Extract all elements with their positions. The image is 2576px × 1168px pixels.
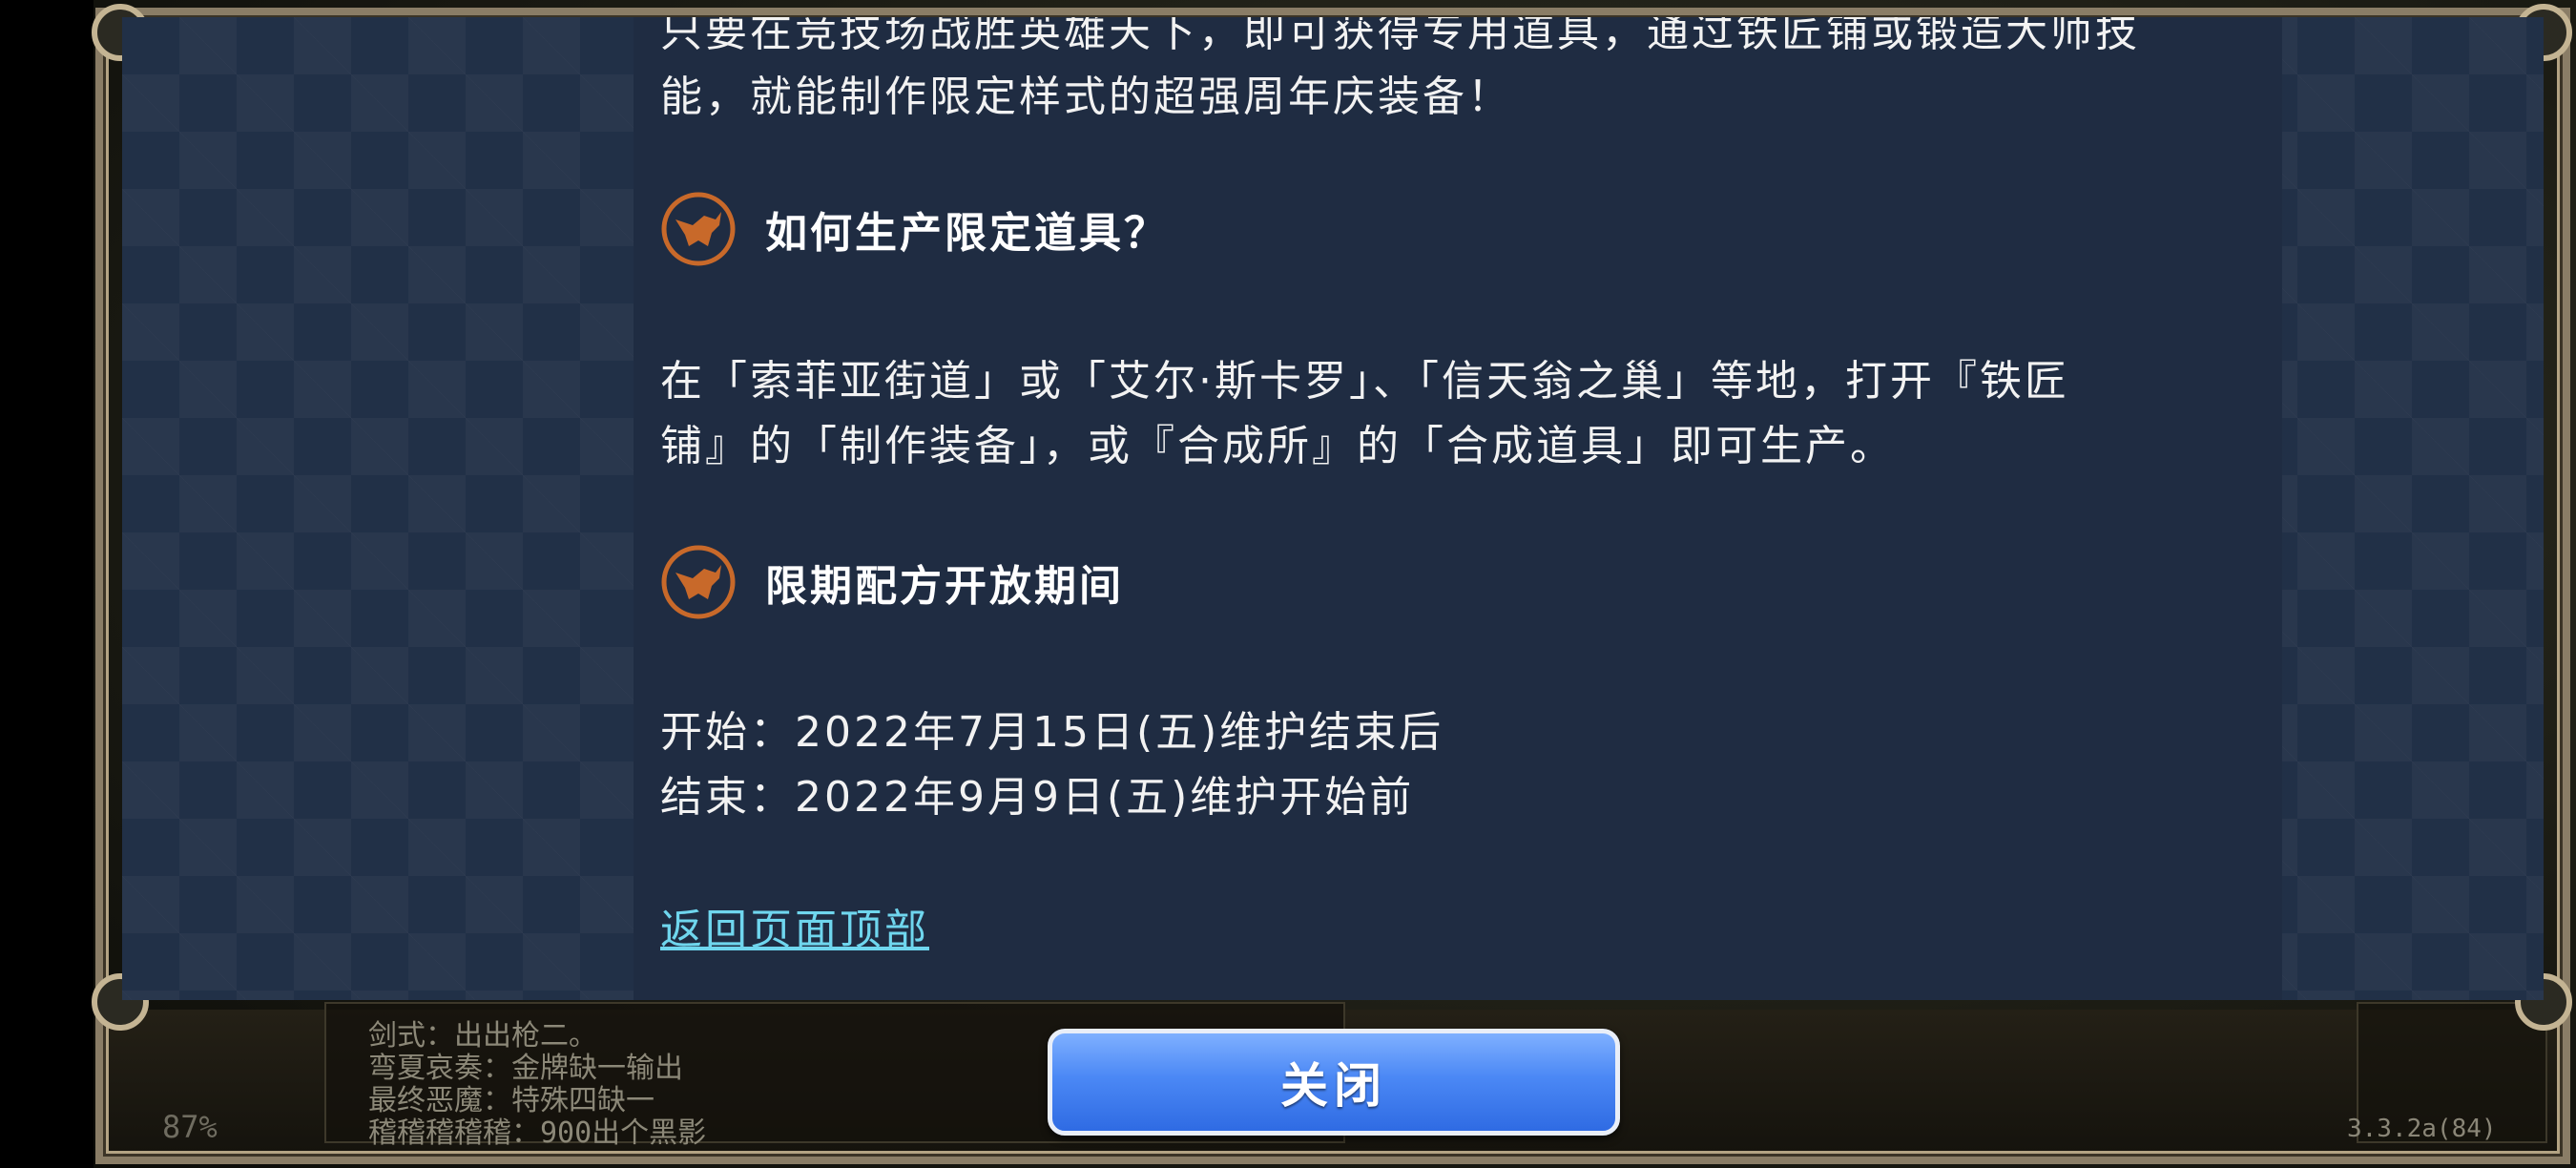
section-heading-text: 限期配方开放期间 (765, 562, 1124, 611)
screen-left-edge (0, 0, 93, 1168)
fox-head-icon (661, 192, 736, 266)
intro-text-line: 只要在竞技场战胜英雄天下，即可获得专用道具，通过铁匠铺或锻造大师技 (660, 17, 2140, 56)
body-text-line: 在「索菲亚街道」或「艾尔·斯卡罗」、「信天翁之巢」等地，打开『铁匠 (660, 357, 2069, 406)
back-to-top-link[interactable]: 返回页面顶部 (660, 895, 929, 956)
section-heading: 如何生产限定道具？ (660, 191, 1169, 267)
start-date-line: 开始：2022年7月15日(五)维护结束后 (660, 708, 1444, 757)
dialog-panel[interactable]: 只要在竞技场战胜英雄天下，即可获得专用道具，通过铁匠铺或锻造大师技 能，就能制作… (122, 17, 2544, 1000)
section-heading-text: 如何生产限定道具？ (765, 209, 1169, 258)
body-text-line: 铺』的「制作装备」，或『合成所』的「合成道具」即可生产。 (660, 422, 1895, 470)
close-button[interactable]: 关闭 (1048, 1029, 1620, 1136)
fox-head-icon (661, 545, 736, 619)
article-content[interactable]: 只要在竞技场战胜英雄天下，即可获得专用道具，通过铁匠铺或锻造大师技 能，就能制作… (634, 17, 2282, 1000)
intro-text-line: 能，就能制作限定样式的超强周年庆装备！ (660, 73, 1512, 121)
section-heading: 限期配方开放期间 (660, 544, 1124, 620)
end-date-line: 结束：2022年9月9日(五)维护开始前 (660, 773, 1415, 822)
